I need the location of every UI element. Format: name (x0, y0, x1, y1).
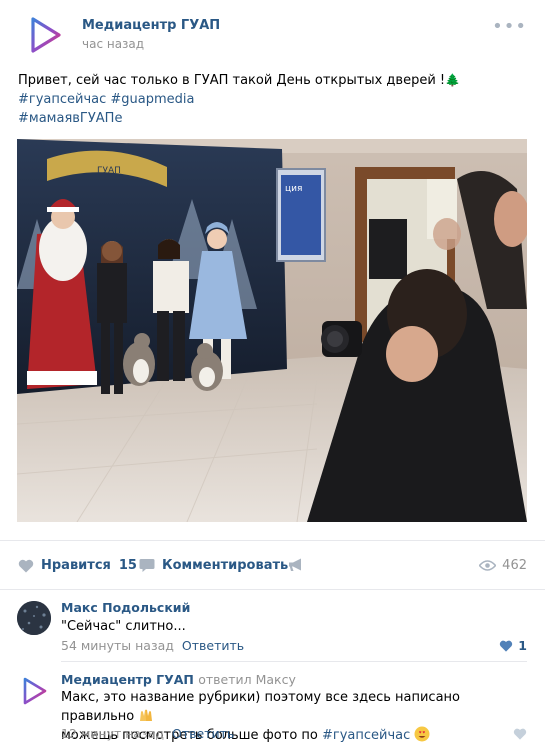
share-megaphone-icon (289, 558, 301, 571)
raised-hands-emoji (140, 709, 153, 721)
post-header: Медиацентр ГУАП час назад ••• (0, 0, 545, 70)
post-text-line: Привет, сей час только в ГУАП такой День… (18, 71, 528, 90)
photo-banner-text: ГУАП (97, 166, 121, 176)
more-dots-icon[interactable]: ••• (492, 18, 527, 36)
comment-like-button[interactable] (513, 728, 527, 740)
reply-button[interactable]: Ответить (172, 726, 234, 741)
comment-author[interactable]: Медиацентр ГУАП (61, 672, 194, 687)
photo-poster-text: ция (285, 184, 302, 194)
comment-button[interactable]: Комментировать (139, 558, 288, 573)
heart-icon (513, 728, 527, 740)
commenter-avatar[interactable] (17, 601, 51, 635)
heart-icon (18, 559, 34, 572)
comment-author[interactable]: Макс Подольский (61, 600, 190, 615)
photo-illustration: ГУАП ция (17, 139, 527, 522)
heart-eyes-emoji (414, 726, 430, 742)
eye-icon (479, 560, 497, 571)
like-button[interactable]: Нравится 15 (18, 558, 137, 573)
views-counter: 462 (479, 558, 527, 573)
avatar-image (17, 601, 51, 635)
heart-icon (500, 640, 513, 652)
like-label: Нравится (41, 558, 111, 573)
reply-button[interactable]: Ответить (182, 638, 244, 653)
share-button[interactable] (288, 558, 304, 572)
like-count: 15 (118, 558, 137, 573)
comment-hashtag[interactable]: #гуапсейчас (322, 728, 410, 743)
post-actions: Нравится 15 Комментировать 462 (0, 540, 545, 590)
comment-text-line: Макс, это название рубрики) поэтому все … (61, 688, 521, 726)
post-author-name[interactable]: Медиацентр ГУАП (82, 18, 220, 33)
comment-item: Макс Подольский "Сейчас" слитно... 54 ми… (0, 590, 545, 661)
post-text-main: Привет, сей час только в ГУАП такой День… (18, 73, 446, 88)
logo-play-icon (31, 17, 61, 53)
comment-text-part: Макс, это название рубрики) поэтому все … (61, 690, 461, 724)
views-count: 462 (502, 558, 527, 573)
commenter-avatar[interactable] (17, 674, 51, 708)
comment-text: "Сейчас" слитно... (61, 619, 186, 634)
replied-to[interactable]: ответил Максу (198, 672, 296, 687)
comment-time[interactable]: 12 минут назад (61, 726, 164, 741)
comment-label: Комментировать (162, 558, 289, 573)
tree-emoji: 🌲 (445, 73, 461, 87)
comment-meta: 12 минут назад Ответить (61, 726, 234, 741)
comment-time[interactable]: 54 минуты назад (61, 638, 174, 653)
comment-like-button[interactable]: 1 (499, 638, 527, 653)
post-text: Привет, сей час только в ГУАП такой День… (18, 71, 528, 128)
comment-like-count: 1 (518, 638, 527, 653)
comment-item: Медиацентр ГУАП ответил Максу Макс, это … (0, 662, 545, 754)
post-hashtag[interactable]: #гуапсейчас #guapmedia (18, 90, 528, 109)
post-photo[interactable]: ГУАП ция (17, 139, 527, 522)
logo-play-icon (23, 677, 47, 705)
comment-author-line: Медиацентр ГУАП ответил Максу (61, 672, 296, 687)
author-avatar[interactable] (24, 14, 66, 56)
comment-icon (139, 559, 155, 572)
post-time[interactable]: час назад (82, 37, 144, 51)
post-hashtag[interactable]: #мамаявГУАПе (18, 109, 528, 128)
comment-meta: 54 минуты назад Ответить (61, 638, 244, 653)
